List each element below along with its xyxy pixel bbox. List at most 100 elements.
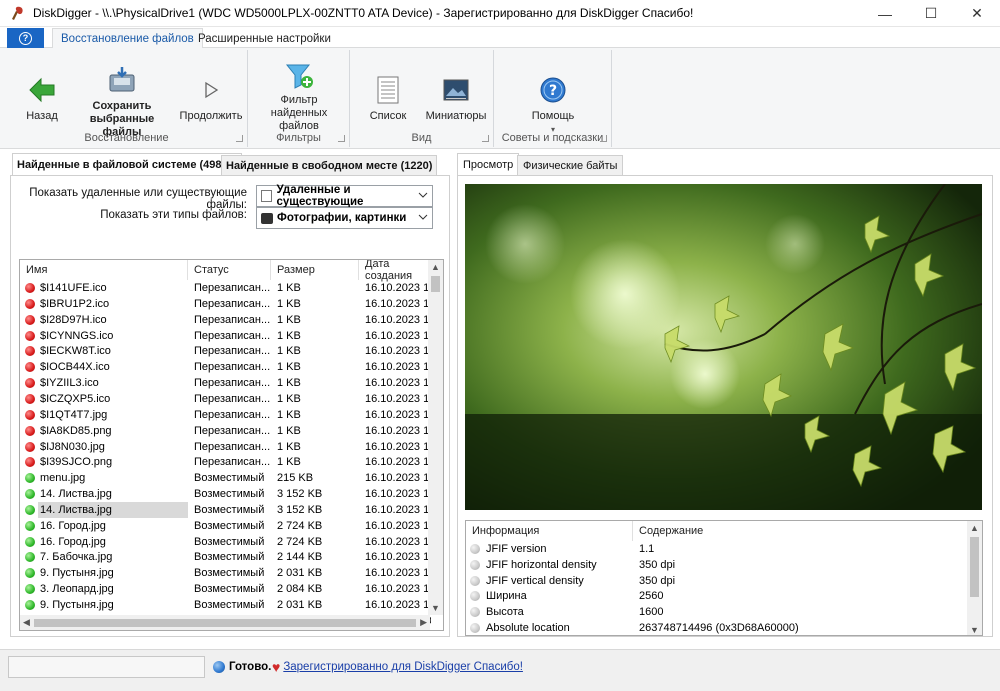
scroll-up-icon[interactable]: ▲ (431, 262, 440, 272)
table-row[interactable]: 14. Листва.jpg Возместимый 3 152 KB 16.10.2… (20, 486, 431, 502)
info-scroll-up-icon[interactable]: ▲ (970, 523, 979, 533)
file-name: $I39SJCO.png (40, 456, 113, 469)
file-date: 16.10.2023 10:2 (365, 377, 431, 390)
file-size: 1 KB (277, 297, 301, 310)
info-vertical-scrollbar[interactable]: ▲ ▼ (967, 521, 982, 635)
view-group-launcher-icon[interactable] (482, 135, 489, 142)
show-files-dropdown[interactable]: Удаленные и существующие (256, 184, 433, 208)
list-view-button[interactable]: Список (360, 50, 416, 123)
filters-group-launcher-icon[interactable] (338, 135, 345, 142)
file-size: 1 KB (277, 440, 301, 453)
filters-group-label: Фильтры (276, 132, 321, 144)
column-name[interactable]: Имя (20, 260, 188, 280)
files-horizontal-scrollbar[interactable]: ◀ ▶ (20, 615, 430, 630)
continue-label: Продолжить (179, 110, 243, 122)
table-row[interactable]: $IOCB44X.ico Перезаписан... 1 KB 16.10.2023… (20, 359, 431, 375)
file-status: Перезаписан... (194, 440, 271, 453)
file-size: 1 KB (277, 377, 301, 390)
table-row[interactable]: 3. Леопард.jpg Возместимый 2 084 KB 16.10.2… (20, 581, 431, 597)
file-date: 16.10.2023 10:0 (365, 567, 431, 580)
file-info-table[interactable]: Информация Содержание JFIF version 1.1 JFI… (465, 520, 983, 636)
table-row[interactable]: $I28D97H.ico Перезаписан... 1 KB 16.10.2023… (20, 312, 431, 328)
minimize-button[interactable]: — (862, 0, 908, 27)
show-types-dropdown[interactable]: Фотографии, картинки (256, 207, 433, 229)
table-row[interactable]: $IYZIIL3.ico Перезаписан... 1 KB 16.10.2023… (20, 375, 431, 391)
info-scroll-down-icon[interactable]: ▼ (970, 625, 979, 635)
recovery-group-launcher-icon[interactable] (236, 135, 243, 142)
help-circle-icon: ? (537, 74, 569, 106)
info-row[interactable]: Высота 1600 (466, 604, 969, 620)
info-row[interactable]: JFIF version 1.1 (466, 541, 969, 557)
scroll-thumb[interactable] (431, 276, 440, 292)
table-row[interactable]: $I141UFE.ico Перезаписан... 1 KB 16.10.2023… (20, 280, 431, 296)
table-row[interactable]: $ICZQXP5.ico Перезаписан... 1 KB 16.10.2023… (20, 391, 431, 407)
column-date-created[interactable]: Дата создания (359, 260, 430, 282)
tab-advanced-settings[interactable]: Расширенные настройки (190, 28, 339, 49)
column-size[interactable]: Размер (271, 260, 359, 280)
file-name: 3. Леопард.jpg (40, 583, 114, 596)
help-button[interactable]: ? Помощь ▾ (518, 50, 588, 136)
close-button[interactable]: ✕ (954, 0, 1000, 27)
table-row[interactable]: 9. Пустыня.jpg Возместимый 2 031 KB 16.10.2… (20, 597, 431, 613)
info-value: 350 dpi (639, 574, 676, 587)
table-row[interactable]: $IA8KD85.png Перезаписан... 1 KB 16.10.2023… (20, 423, 431, 439)
maximize-button[interactable]: ☐ (908, 0, 954, 27)
files-list[interactable]: Имя Статус Размер Дата создания $I141UFE… (19, 259, 444, 631)
deleted-status-icon (25, 346, 35, 357)
info-bullet-icon (470, 591, 480, 602)
info-dot-icon (213, 661, 225, 673)
filter-found-files-button[interactable]: Фильтр найденных файлов (256, 50, 342, 133)
filter-funnel-icon (283, 60, 315, 92)
tab-file-recovery[interactable]: Восстановление файлов (52, 28, 203, 49)
scroll-right-icon[interactable]: ▶ (420, 617, 427, 628)
column-information[interactable]: Информация (466, 521, 633, 541)
table-row[interactable]: menu.jpg Возместимый 215 KB 16.10.2023 10:1 (20, 470, 431, 486)
table-row[interactable]: $ICYNNGS.ico Перезаписан... 1 KB 16.10.2023… (20, 328, 431, 344)
column-status[interactable]: Статус (188, 260, 271, 280)
tab-found-in-filesystem[interactable]: Найденные в файловой системе (49815) (12, 153, 243, 176)
table-row[interactable]: $IECKW8T.ico Перезаписан... 1 KB 16.10.2023… (20, 343, 431, 359)
thumbnails-view-button[interactable]: Миниатюры (420, 50, 492, 123)
table-row[interactable]: $IBRU1P2.ico Перезаписан... 1 KB 16.10.2023… (20, 296, 431, 312)
file-date: 16.10.2023 10:2 (365, 361, 431, 374)
column-content[interactable]: Содержание (633, 521, 969, 541)
table-row[interactable]: $I1QT4T7.jpg Перезаписан... 1 KB 16.10.2023… (20, 407, 431, 423)
info-row[interactable]: Absolute location 263748714496 (0x3D68A60… (466, 620, 969, 635)
status-registered[interactable]: ♥ Зарегистрированно для DiskDigger Спаси… (272, 656, 523, 678)
table-row[interactable]: $IJ8N030.jpg Перезаписан... 1 KB 16.10.2023… (20, 439, 431, 455)
tab-found-in-free-space[interactable]: Найденные в свободном месте (1220) (221, 155, 438, 175)
deleted-status-icon (25, 457, 35, 468)
info-key: JFIF horizontal density (486, 558, 597, 571)
hscroll-thumb[interactable] (34, 619, 416, 627)
save-selected-files-button[interactable]: Сохранить выбранные файлы (70, 50, 174, 139)
table-row[interactable]: 16. Город.jpg Возместимый 2 724 KB 16.10.20… (20, 534, 431, 550)
tips-group-launcher-icon[interactable] (600, 135, 607, 142)
info-scroll-thumb[interactable] (970, 537, 979, 597)
back-button[interactable]: Назад (14, 50, 70, 123)
file-size: 2 724 KB (277, 519, 323, 532)
chevron-down-icon (418, 192, 428, 198)
files-vertical-scrollbar[interactable]: ▲ ▼ (428, 260, 443, 615)
file-status: Перезаписан... (194, 456, 271, 469)
help-menu-button[interactable]: ? (7, 28, 44, 48)
table-row[interactable]: 7. Бабочка.jpg Возместимый 2 144 KB 16.10.2… (20, 549, 431, 565)
file-name: 9. Пустыня.jpg (40, 567, 114, 580)
table-row[interactable]: $I39SJCO.png Перезаписан... 1 KB 16.10.2023… (20, 454, 431, 470)
continue-button[interactable]: Продолжить (176, 50, 246, 123)
table-row[interactable]: 9. Пустыня.jpg Возместимый 2 031 KB 16.10.2… (20, 565, 431, 581)
tab-physical-bytes[interactable]: Физические байты (517, 155, 624, 175)
table-row[interactable]: 16. Город.jpg Возместимый 2 724 KB 16.10.20… (20, 518, 431, 534)
info-row[interactable]: JFIF horizontal density 350 dpi (466, 557, 969, 573)
file-status: Возместимый (194, 567, 265, 580)
deleted-status-icon (25, 425, 35, 436)
info-row[interactable]: Ширина 2560 (466, 588, 969, 604)
scroll-left-icon[interactable]: ◀ (23, 617, 30, 628)
table-row[interactable]: 14. Листва.jpg Возместимый 3 152 KB 16.10.2… (20, 501, 431, 518)
file-name: 14. Листва.jpg (40, 503, 112, 516)
back-arrow-icon (26, 74, 58, 106)
tab-preview[interactable]: Просмотр (457, 153, 520, 176)
file-size: 2 084 KB (277, 583, 323, 596)
scroll-down-icon[interactable]: ▼ (431, 603, 440, 613)
info-row[interactable]: JFIF vertical density 350 dpi (466, 573, 969, 589)
registered-link[interactable]: Зарегистрированно для DiskDigger Спасибо… (283, 661, 523, 673)
